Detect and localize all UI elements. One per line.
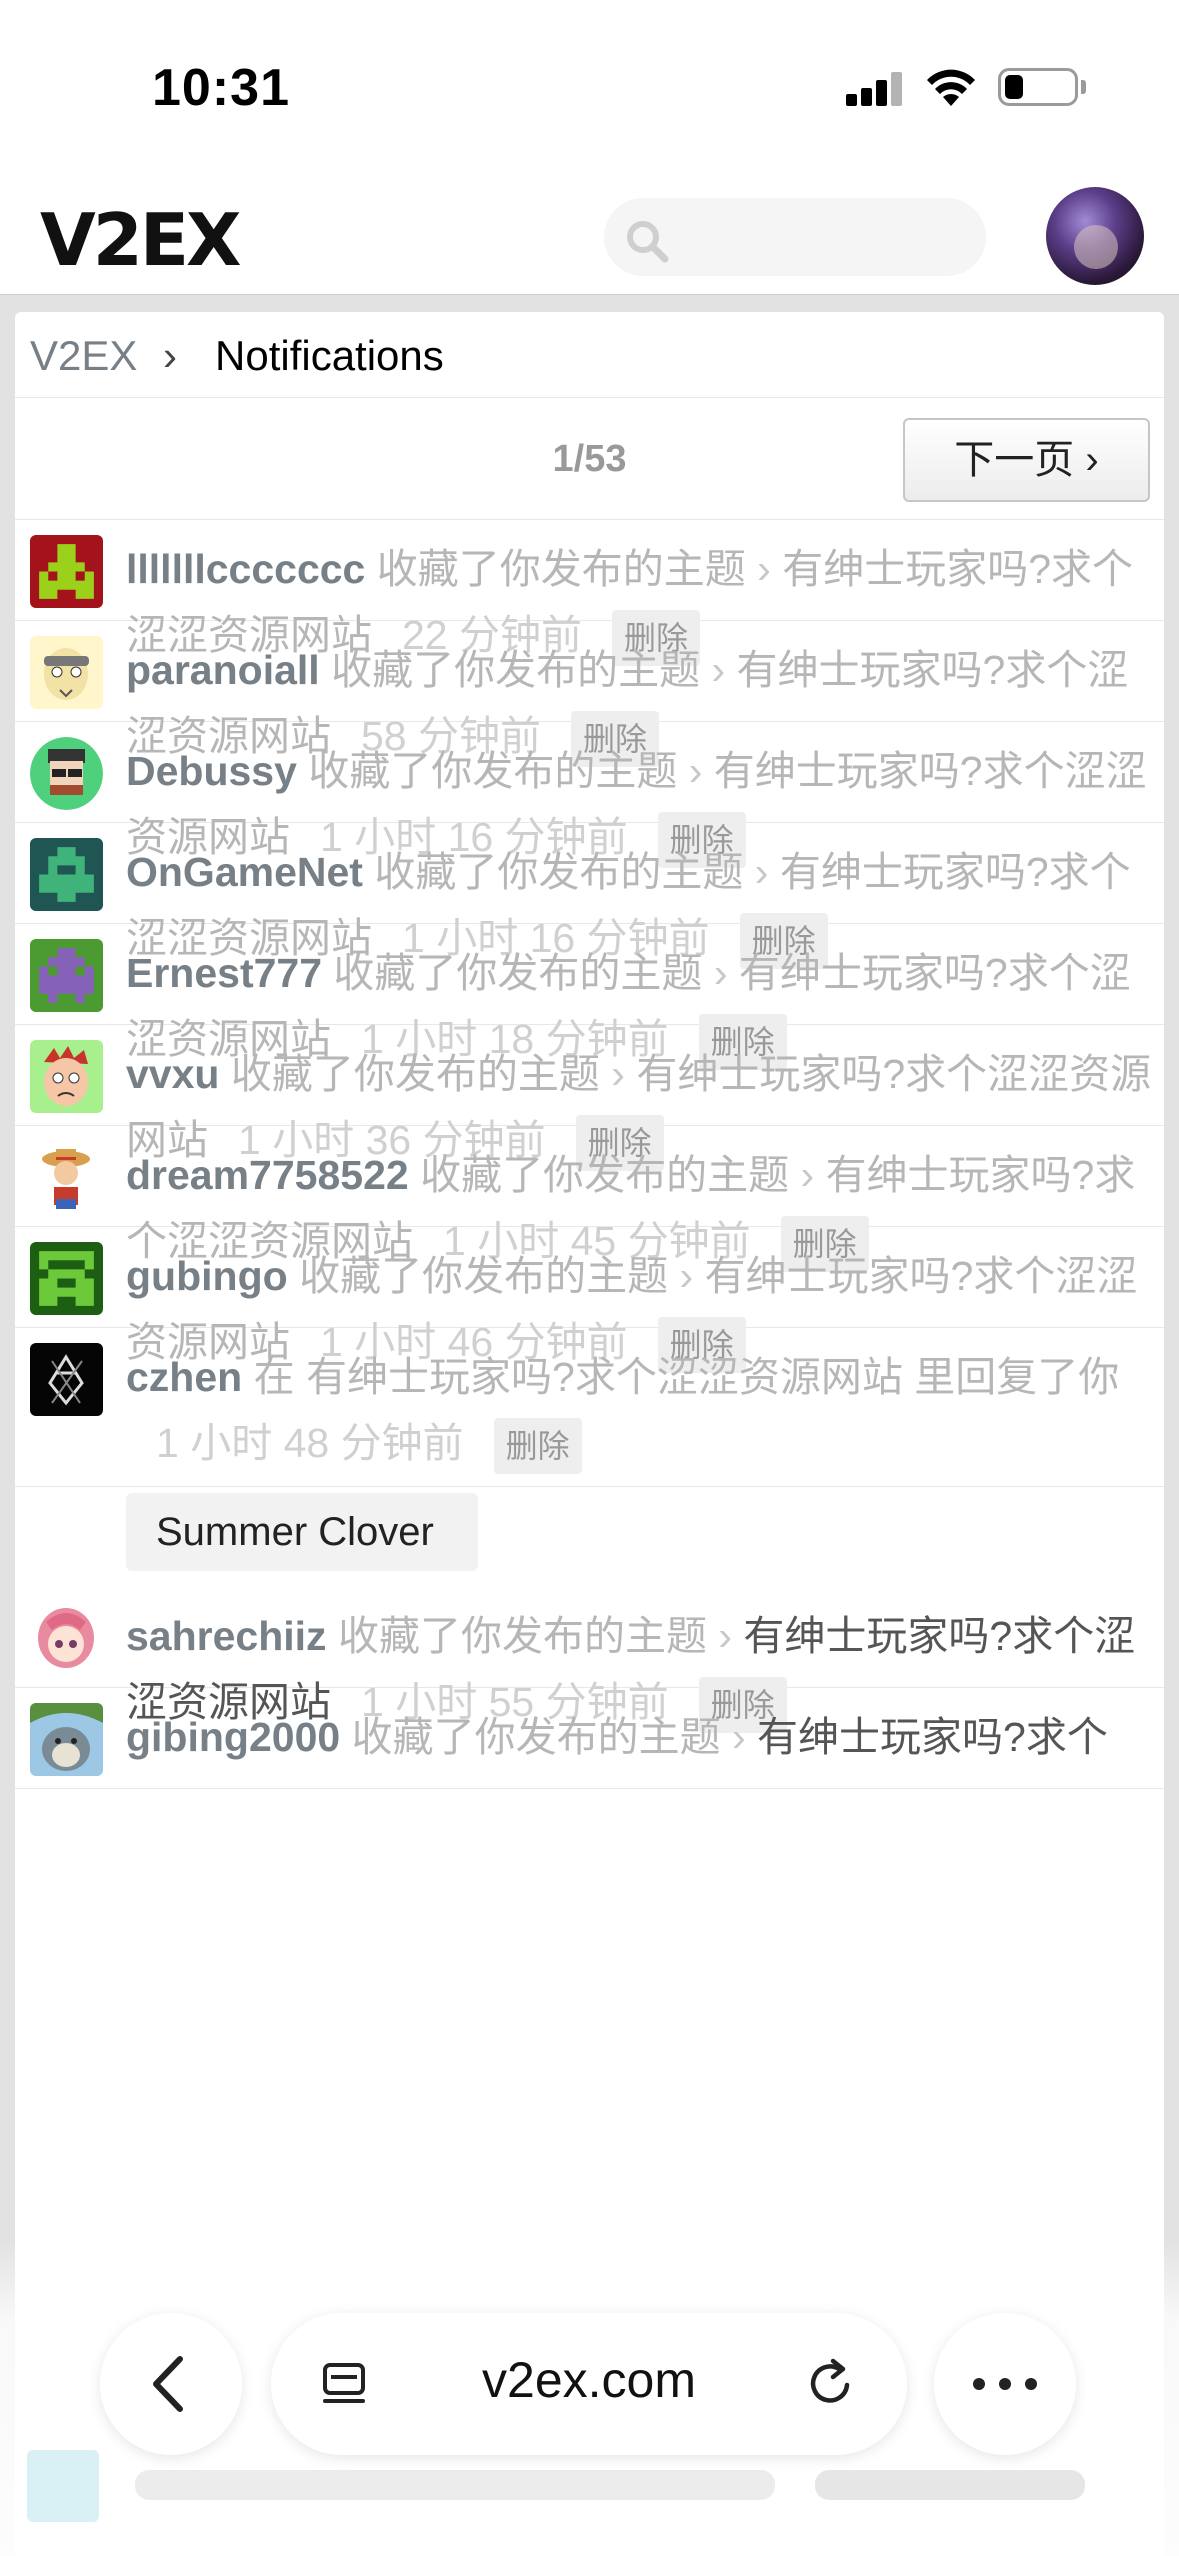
notification-item: gibing2000 收藏了你发布的主题 › 有绅士玩家吗?求个 [15,1688,1164,1789]
topic-link[interactable]: 有绅士玩家吗?求个涩涩资源网站 [306,1354,903,1400]
notification-item: Debussy 收藏了你发布的主题 › 有绅士玩家吗?求个涩涩资源网站 1 小时 … [15,722,1164,869]
timestamp: 1 小时 48 分钟前 [156,1420,464,1466]
reply-content: Summer Clover [126,1493,478,1571]
status-bar: 10:31 [0,0,1179,175]
page-title: Notifications [215,332,444,379]
notification-item: dream7758522 收藏了你发布的主题 › 有绅士玩家吗?求个涩涩资源网站… [15,1126,1164,1273]
search-input[interactable] [604,198,986,276]
notification-item: OnGameNet 收藏了你发布的主题 › 有绅士玩家吗?求个涩涩资源网站 1 小… [15,823,1164,970]
notification-item: gubingo 收藏了你发布的主题 › 有绅士玩家吗?求个涩涩资源网站 1 小时 … [15,1227,1164,1374]
user-avatar-sahrechiiz[interactable] [30,1602,103,1675]
username-link[interactable]: Ernest777 [126,950,322,996]
more-options-button[interactable] [934,2313,1076,2455]
topic-link[interactable]: 有绅士玩家吗?求个 [757,1714,1108,1760]
search-icon [627,221,669,263]
user-avatar[interactable] [1046,187,1144,285]
user-avatar-debussy[interactable] [30,737,103,810]
user-avatar-gibing2000[interactable] [30,1703,103,1776]
wifi-icon [927,69,975,106]
username-link[interactable]: Debussy [126,748,297,794]
address-bar[interactable]: v2ex.com [271,2313,907,2455]
notification-text: gibing2000 收藏了你发布的主题 › 有绅士玩家吗?求个 [126,1714,1108,1760]
username-link[interactable]: paranoiall [126,647,320,693]
user-avatar-vvxu[interactable] [30,1040,103,1113]
pagination: 1/53 下一页 › [15,398,1164,520]
delete-button[interactable]: 删除 [493,1418,582,1475]
user-avatar-czhen[interactable] [30,1343,103,1416]
username-link[interactable]: sahrechiiz [126,1613,327,1659]
user-avatar-dream7758522[interactable] [30,1141,103,1214]
notification-item: Ernest777 收藏了你发布的主题 › 有绅士玩家吗?求个涩涩资源网站 1 小… [15,924,1164,1071]
user-avatar-gubingo[interactable] [30,1242,103,1315]
breadcrumb-home-link[interactable]: V2EX [30,332,137,380]
notification-item: lllllllccccccc 收藏了你发布的主题 › 有绅士玩家吗?求个涩涩资源… [15,520,1164,667]
notification-item: sahrechiiz 收藏了你发布的主题 › 有绅士玩家吗?求个涩涩资源网站 1 … [15,1587,1164,1734]
notification-item: vvxu 收藏了你发布的主题 › 有绅士玩家吗?求个涩涩资源网站 1 小时 36 … [15,1025,1164,1172]
chevron-left-icon [153,2356,183,2412]
username-link[interactable]: vvxu [126,1051,219,1097]
user-avatar-paranoiall[interactable] [30,636,103,709]
user-avatar-lllllllccccccc[interactable] [30,535,103,608]
next-page-button[interactable]: 下一页 › [903,418,1150,502]
notification-item-reply: czhen 在 有绅士玩家吗?求个涩涩资源网站 里回复了你1 小时 48 分钟前… [15,1328,1164,1571]
notification-text: czhen 在 有绅士玩家吗?求个涩涩资源网站 里回复了你1 小时 48 分钟前… [126,1344,1156,1476]
username-link[interactable]: gibing2000 [126,1714,340,1760]
username-link[interactable]: czhen [126,1354,242,1400]
breadcrumb: V2EX › Notifications [15,312,1164,398]
ellipsis-icon [973,2378,1037,2390]
v2ex-logo[interactable]: V2EX [40,198,242,282]
notification-item: paranoiall 收藏了你发布的主题 › 有绅士玩家吗?求个涩涩资源网站 58… [15,621,1164,768]
user-avatar-ernest777[interactable] [30,939,103,1012]
breadcrumb-separator: › [163,332,177,379]
site-header: V2EX [0,175,1179,295]
reload-icon[interactable] [803,2357,857,2411]
status-time: 10:31 [152,59,290,117]
username-link[interactable]: lllllllccccccc [126,546,365,592]
username-link[interactable]: OnGameNet [126,849,363,895]
back-button[interactable] [100,2313,242,2455]
username-link[interactable]: gubingo [126,1253,288,1299]
user-avatar-ongamenet[interactable] [30,838,103,911]
battery-icon [998,68,1078,106]
username-link[interactable]: dream7758522 [126,1152,409,1198]
notifications-card: V2EX › Notifications 1/53 下一页 › lllllllc… [15,312,1164,2556]
cellular-signal-icon [846,70,904,106]
blurred-list-item [25,2450,1125,2530]
